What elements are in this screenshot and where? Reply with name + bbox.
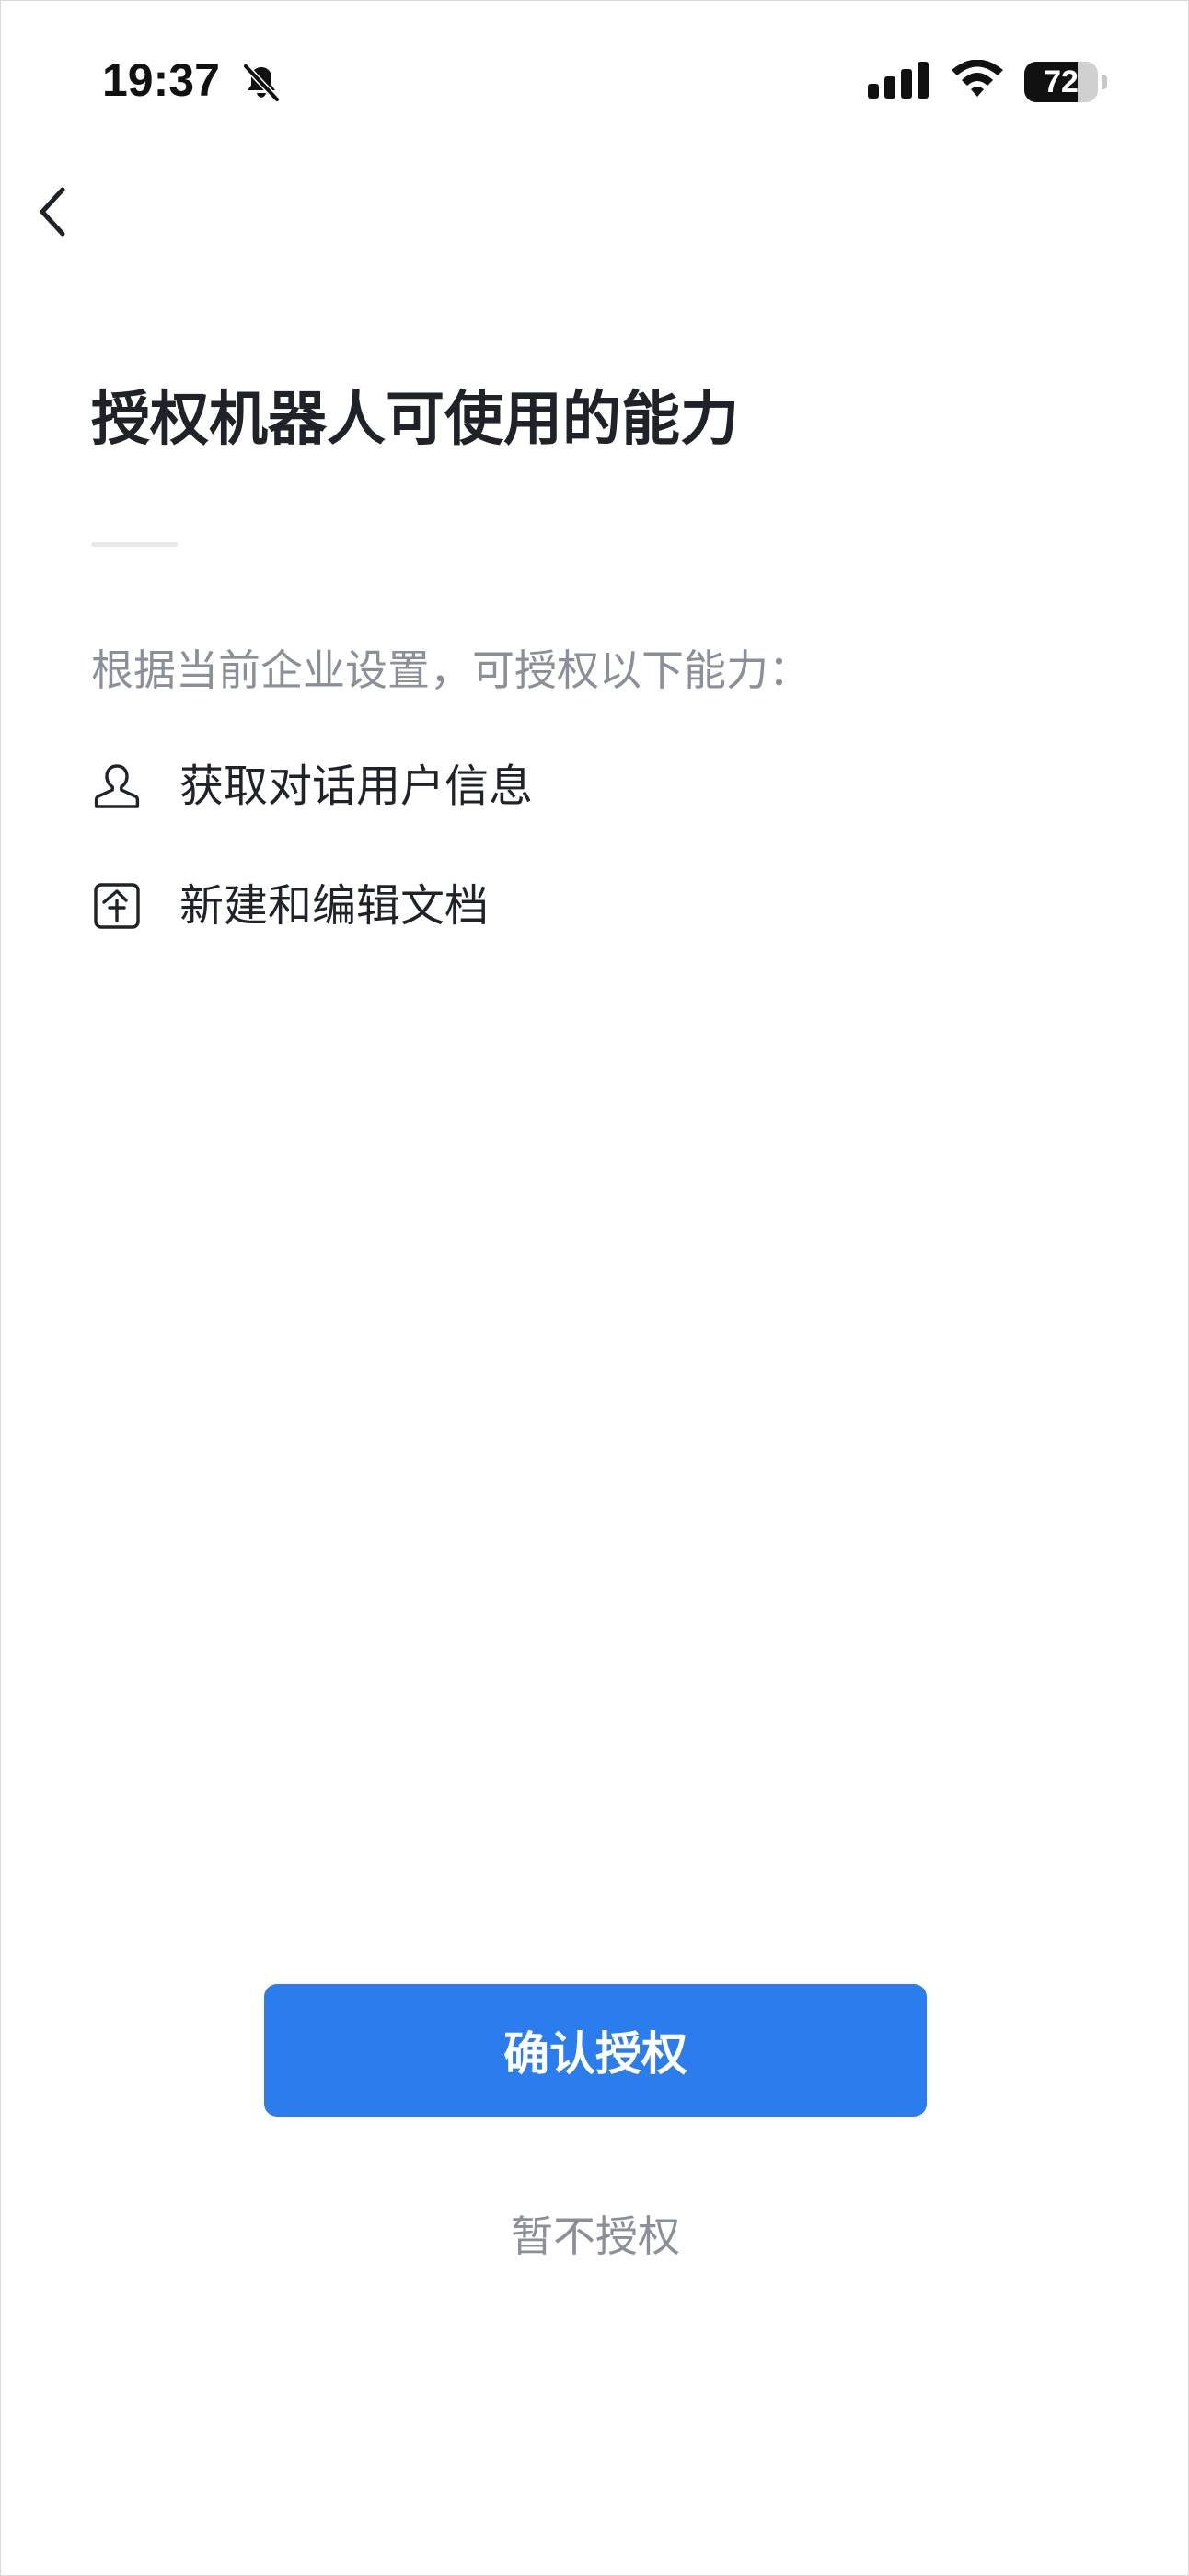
battery-cap — [1102, 75, 1107, 89]
capability-item-edit-docs: 新建和编辑文档 — [91, 874, 489, 938]
status-time: 19:37 — [102, 54, 220, 106]
capability-item-user-info: 获取对话用户信息 — [91, 754, 533, 818]
status-bar: 19:37 72 — [1, 1, 1188, 148]
authorization-screen: 19:37 72 授权机器人可使用的能力 根据当前企业设置，可授权以下能力： 获… — [0, 0, 1189, 2576]
capability-label: 获取对话用户信息 — [179, 760, 534, 812]
battery-body: 72 — [1024, 62, 1098, 102]
back-button[interactable] — [21, 176, 86, 248]
battery-icon: 72 — [1024, 62, 1109, 102]
wifi-icon — [952, 60, 1003, 97]
edit-document-icon — [91, 880, 143, 932]
chevron-left-icon — [40, 187, 65, 237]
battery-level: 72 — [1044, 64, 1079, 99]
signal-icon — [868, 62, 929, 99]
title-divider — [91, 542, 178, 547]
page-title: 授权机器人可使用的能力 — [91, 386, 739, 454]
confirm-authorize-button[interactable]: 确认授权 — [264, 1984, 927, 2117]
intro-text: 根据当前企业设置，可授权以下能力： — [91, 645, 811, 695]
decline-authorize-button[interactable]: 暂不授权 — [411, 2199, 779, 2268]
user-icon — [91, 760, 143, 812]
bell-off-icon — [242, 63, 281, 103]
capability-label: 新建和编辑文档 — [179, 880, 490, 932]
